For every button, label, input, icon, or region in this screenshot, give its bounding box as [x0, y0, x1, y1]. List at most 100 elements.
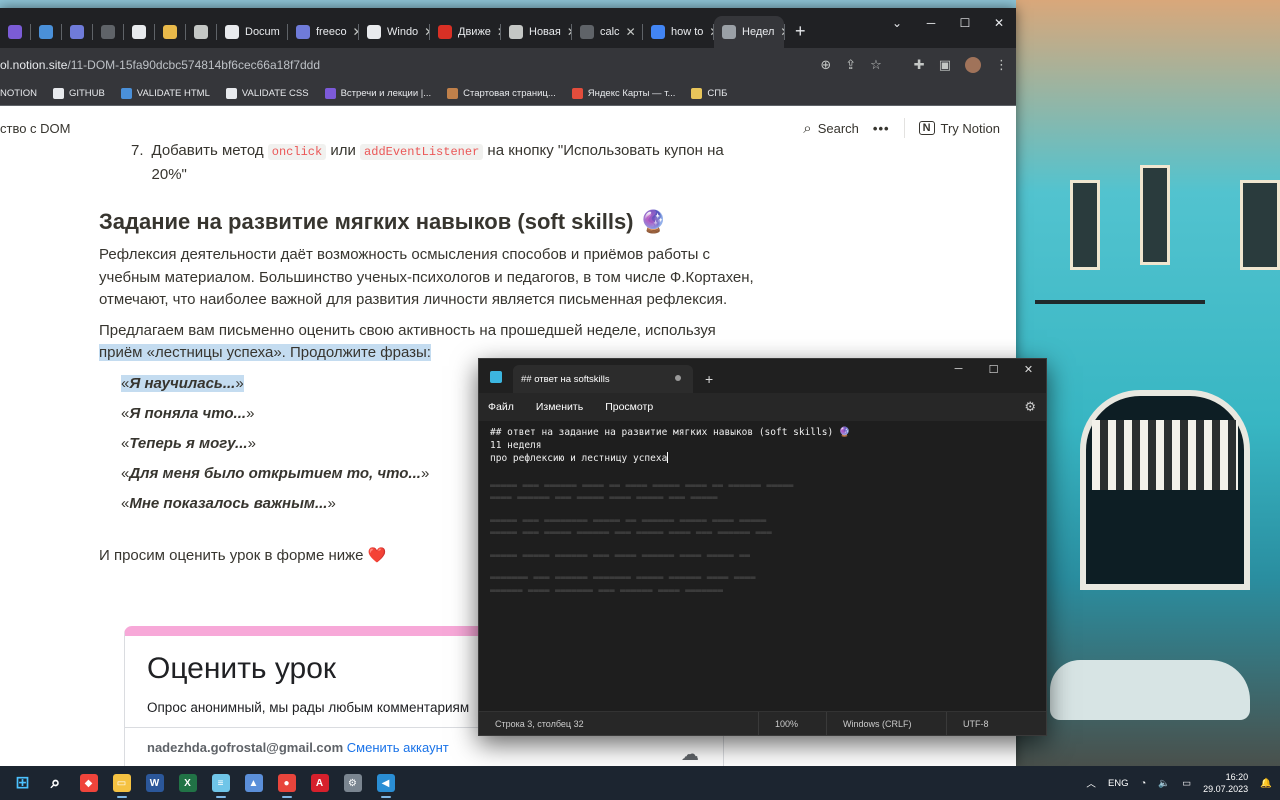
unsaved-dot-icon[interactable]: [675, 375, 681, 381]
maximize-icon[interactable]: ☐: [948, 8, 982, 38]
share-icon[interactable]: ⇪: [845, 57, 856, 73]
bookmark-item[interactable]: NOTION: [0, 88, 37, 99]
bookmark-item[interactable]: Встречи и лекции |...: [324, 88, 431, 99]
minimize-icon[interactable]: ─: [941, 359, 976, 379]
tab-close-icon[interactable]: ✕: [567, 25, 571, 39]
tab-close-icon[interactable]: ✕: [709, 25, 713, 39]
quote-text: «Для меня было открытием то, что...»: [121, 465, 429, 482]
taskbar-excel-button[interactable]: X: [171, 768, 204, 798]
text-cursor: [667, 452, 669, 463]
address-bar[interactable]: ol.notion.site/11-DOM-15fa90dcbc574814bf…: [0, 58, 320, 72]
taskbar-explorer-button[interactable]: ▭: [105, 768, 138, 798]
new-tab-button[interactable]: +: [795, 21, 806, 42]
settings-gear-icon[interactable]: ⚙: [1024, 399, 1036, 415]
taskbar-settings-button[interactable]: ⚙: [336, 768, 369, 798]
browser-tab[interactable]: Недел ✕: [714, 16, 784, 48]
menu-item[interactable]: Изменить: [536, 401, 583, 413]
taskbar-search-button[interactable]: ⌕: [39, 768, 72, 798]
tab-close-icon[interactable]: ✕: [424, 25, 429, 39]
chevron-down-icon[interactable]: ⌄: [880, 8, 914, 38]
close-icon[interactable]: ✕: [1011, 359, 1046, 379]
menu-icon[interactable]: ⋮: [995, 57, 1008, 73]
tab-close-icon[interactable]: ✕: [497, 25, 500, 39]
notepad-icon: ≡: [211, 774, 230, 792]
switch-account-link[interactable]: Сменить аккаунт: [347, 740, 449, 755]
taskbar-photos-button[interactable]: ▲: [237, 768, 270, 798]
tab-separator: [784, 24, 785, 40]
browser-tab[interactable]: [186, 16, 216, 48]
tab-close-icon[interactable]: ✕: [286, 25, 287, 39]
browser-tab[interactable]: Docum ✕: [217, 16, 287, 48]
tab-favicon-icon: [101, 25, 115, 39]
volume-icon[interactable]: 🔈: [1158, 778, 1170, 789]
bookmark-item[interactable]: Яндекс Карты — т...: [571, 88, 675, 99]
quote-phrase: Мне показалось важным...: [129, 494, 328, 512]
menu-item[interactable]: Файл: [488, 401, 514, 413]
browser-tab[interactable]: Новая ✕: [501, 16, 571, 48]
browser-tab[interactable]: how to ✕: [643, 16, 713, 48]
taskbar-vscode-button[interactable]: ◀: [369, 768, 402, 798]
close-icon[interactable]: ✕: [982, 8, 1016, 38]
status-encoding[interactable]: UTF-8: [947, 712, 1005, 736]
browser-tab[interactable]: [31, 16, 61, 48]
taskbar-acrobat-button[interactable]: A: [303, 768, 336, 798]
minimize-icon[interactable]: ─: [914, 8, 948, 38]
clock-time: 16:20: [1225, 772, 1249, 782]
browser-tab[interactable]: [124, 16, 154, 48]
battery-icon[interactable]: ▭: [1182, 778, 1191, 789]
list-item: 7. Добавить метод onclick или addEventLi…: [131, 140, 759, 186]
browser-tab[interactable]: [93, 16, 123, 48]
tab-close-icon[interactable]: ✕: [780, 25, 784, 39]
tab-close-icon[interactable]: ✕: [626, 25, 636, 39]
search-button[interactable]: ⌕ Search: [803, 120, 859, 137]
taskbar-start-button[interactable]: ⊞: [6, 768, 39, 798]
browser-tab[interactable]: [155, 16, 185, 48]
extensions-icon[interactable]: ✚: [914, 57, 925, 73]
wallpaper-window: [1240, 180, 1280, 270]
bookmark-item[interactable]: Стартовая страниц...: [447, 88, 556, 99]
browser-tab[interactable]: Движе ✕: [430, 16, 500, 48]
taskbar-word-button[interactable]: W: [138, 768, 171, 798]
wifi-icon[interactable]: ◔: [1141, 778, 1147, 789]
code-listener: addEventListener: [360, 144, 484, 160]
browser-tab[interactable]: freeco ✕: [288, 16, 358, 48]
bookmark-item[interactable]: GITHUB: [52, 88, 105, 99]
bookmark-item[interactable]: VALIDATE HTML: [120, 88, 210, 99]
taskbar-anydesk-button[interactable]: ◆: [72, 768, 105, 798]
browser-tab[interactable]: [0, 16, 30, 48]
notepad-new-tab-button[interactable]: +: [705, 371, 713, 387]
language-indicator[interactable]: ENG: [1108, 778, 1129, 789]
breadcrumb[interactable]: ство с DOM: [0, 121, 71, 136]
wallpaper-window: [1070, 180, 1100, 270]
notification-bell-icon[interactable]: 🔔: [1260, 778, 1272, 789]
bookmark-item[interactable]: VALIDATE CSS: [225, 88, 309, 99]
status-eol[interactable]: Windows (CRLF): [827, 711, 947, 736]
clock[interactable]: 16:20 29.07.2023: [1203, 771, 1248, 795]
menu-item[interactable]: Просмотр: [605, 401, 653, 413]
taskbar-notepad-button[interactable]: ≡: [204, 768, 237, 798]
taskbar-chrome-button[interactable]: ●: [270, 768, 303, 798]
browser-tab[interactable]: calc ✕: [572, 16, 642, 48]
browser-tab[interactable]: [62, 16, 92, 48]
notepad-editor[interactable]: ## ответ на задание на развитие мягких н…: [479, 421, 1046, 711]
bookmark-icon: [571, 88, 583, 99]
status-zoom[interactable]: 100%: [759, 711, 827, 736]
bookmark-label: СПБ: [707, 88, 728, 99]
tab-close-icon[interactable]: ✕: [353, 25, 358, 39]
notepad-tab[interactable]: ## ответ на softskills: [513, 365, 693, 393]
sidepanel-icon[interactable]: ▣: [939, 57, 951, 73]
tray-chevron-icon[interactable]: ︿: [1086, 776, 1096, 790]
wallpaper-window: [1140, 165, 1170, 265]
quote-phrase: Теперь я могу...: [129, 434, 248, 452]
tab-favicon-icon: [367, 25, 381, 39]
bookmark-item[interactable]: СПБ: [691, 88, 727, 99]
try-notion-button[interactable]: N Try Notion: [918, 121, 1000, 136]
browser-tab[interactable]: Windo ✕: [359, 16, 429, 48]
zoom-icon[interactable]: ⊕: [820, 57, 831, 73]
more-button[interactable]: •••: [873, 121, 890, 136]
tab-favicon-icon: [8, 25, 22, 39]
maximize-icon[interactable]: ☐: [976, 359, 1011, 379]
quote-mark: »: [246, 404, 255, 422]
profile-avatar[interactable]: [965, 57, 981, 73]
star-icon[interactable]: ☆: [870, 57, 882, 73]
